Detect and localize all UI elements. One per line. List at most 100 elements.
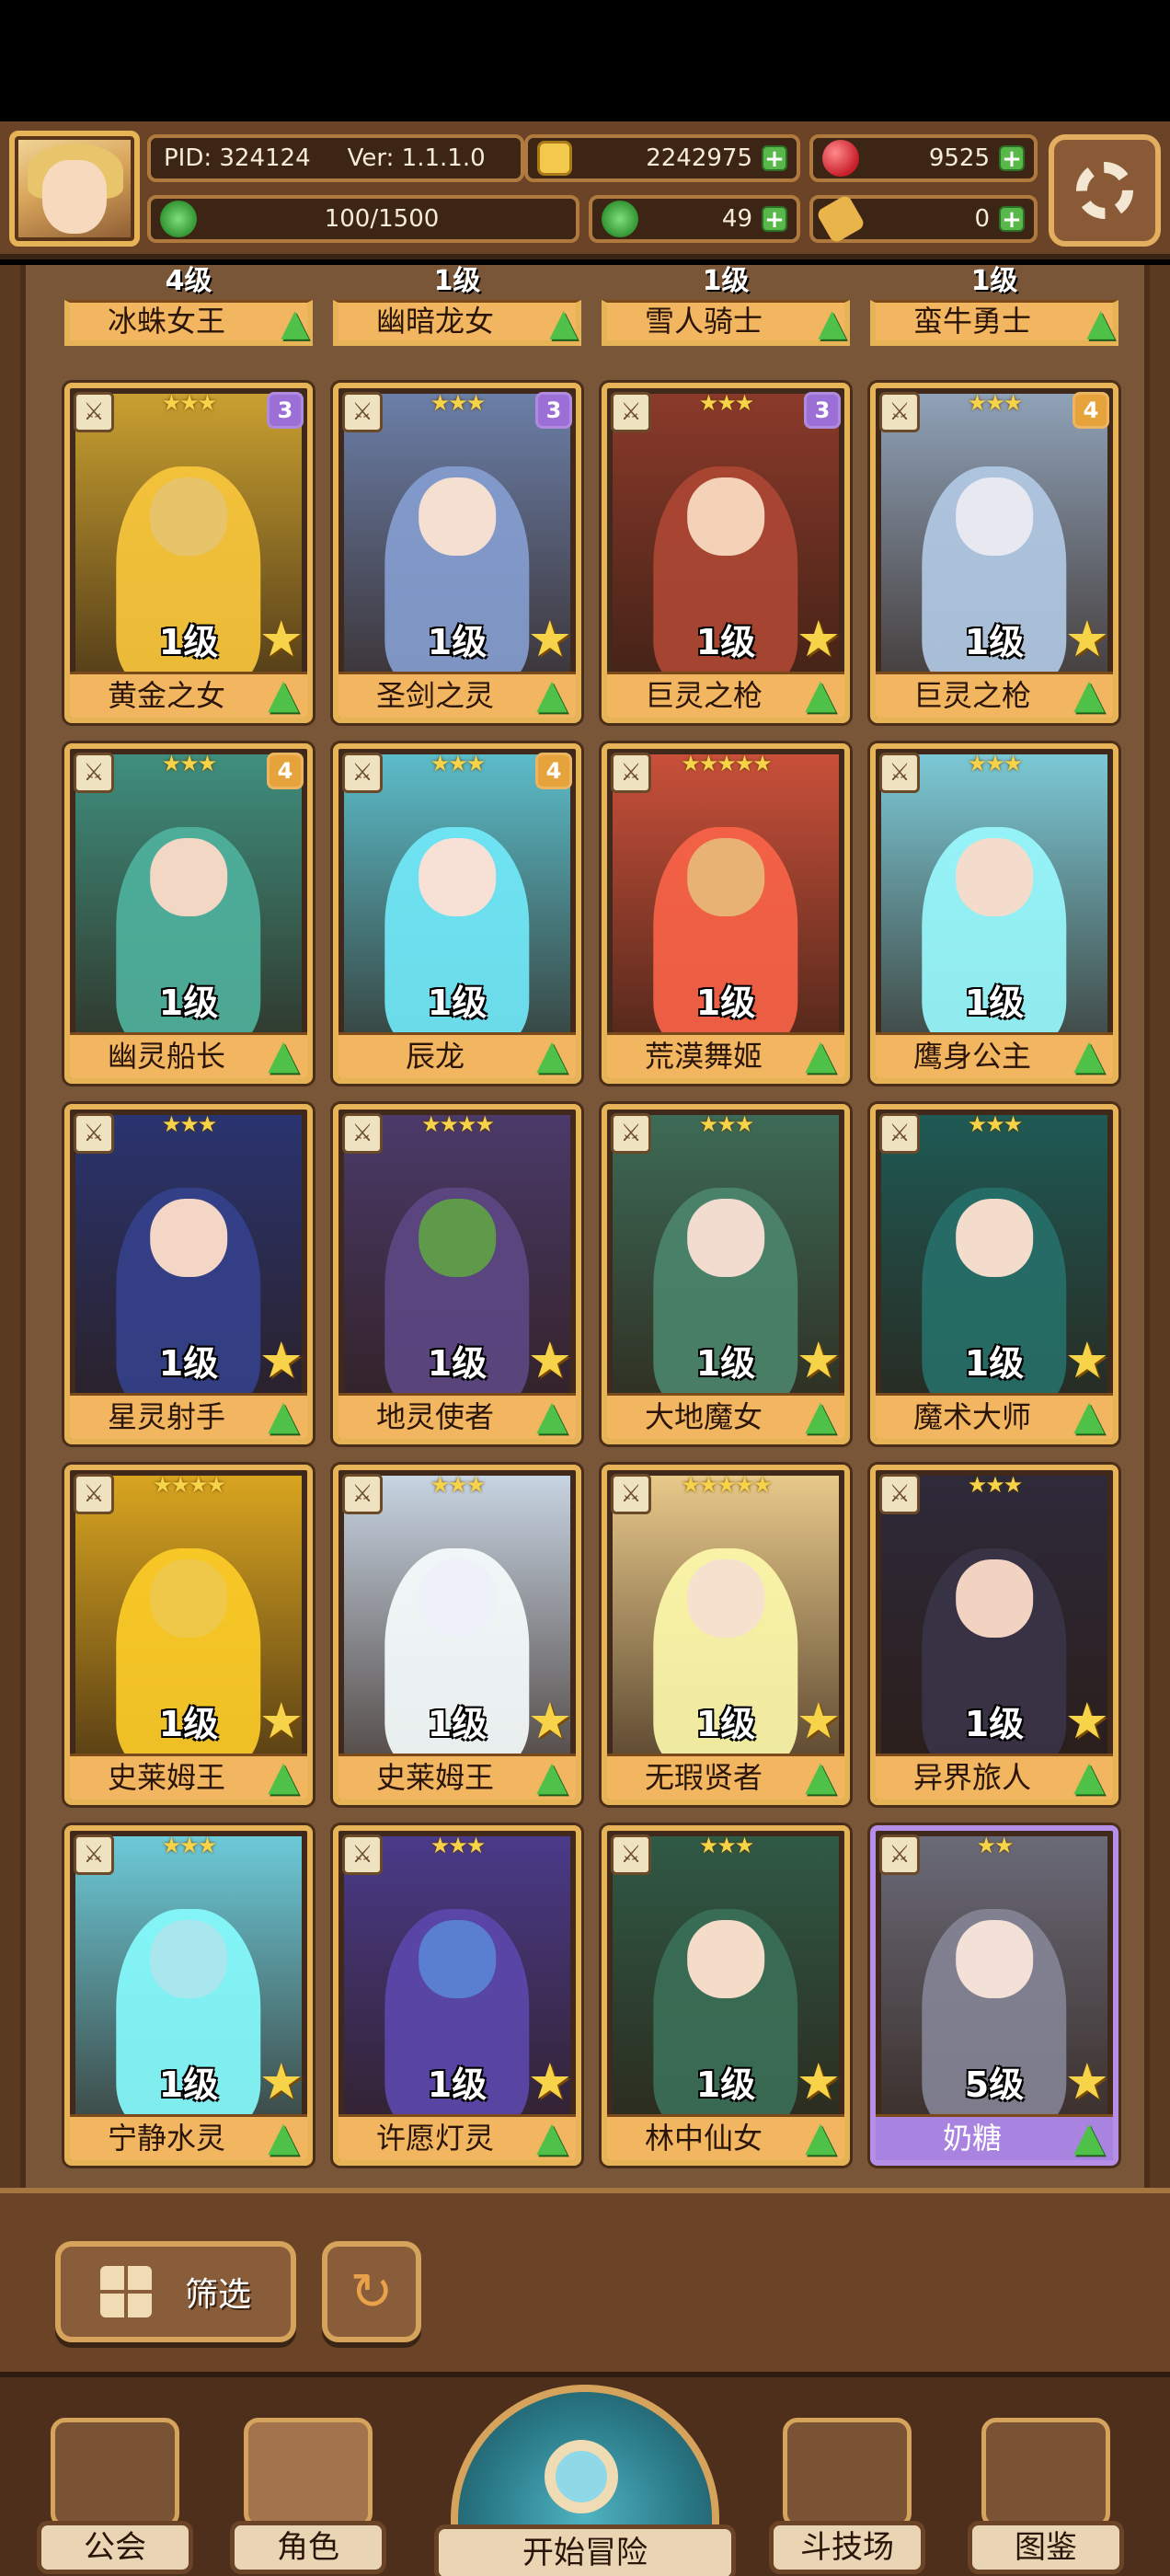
- settings-button[interactable]: [1049, 134, 1161, 247]
- status-bar: [0, 0, 1170, 121]
- character-face: [419, 1920, 496, 1999]
- character-card[interactable]: ⚔ ★★ 5级 ★ 奶糖 ▲: [870, 1825, 1118, 2166]
- nav-codex[interactable]: 图鉴: [968, 2418, 1124, 2574]
- rarity-stars: ★★★: [430, 1472, 487, 1498]
- crossed-swords-icon: [783, 2418, 912, 2528]
- character-card-partial[interactable]: 4级 冰蛛女王 ▲: [64, 265, 313, 346]
- green-arrow-up-icon[interactable]: ▲: [1067, 1034, 1111, 1076]
- star-icon: ★: [527, 1692, 572, 1750]
- green-arrow-up-icon[interactable]: ▲: [1086, 302, 1115, 344]
- green-arrow-up-icon[interactable]: ▲: [798, 1395, 843, 1437]
- nav-arena[interactable]: 斗技场: [769, 2418, 925, 2574]
- pid-text: PID: 324124: [164, 144, 311, 172]
- nav-characters[interactable]: 角色: [230, 2418, 386, 2574]
- star-icon: ★: [258, 1331, 304, 1389]
- gem-icon: [822, 140, 859, 177]
- character-card[interactable]: ⚔ ★★★★ 1级 ★ 史莱姆王 ▲: [64, 1465, 313, 1805]
- character-card-partial[interactable]: 1级 幽暗龙女 ▲: [333, 265, 581, 346]
- start-adventure-button[interactable]: 开始冒险: [434, 2385, 736, 2576]
- character-card[interactable]: ⚔ ★★★ 1级 ★ 史莱姆王 ▲: [333, 1465, 581, 1805]
- avatar-face: [42, 160, 107, 234]
- character-card[interactable]: ⚔ ★★★ 1级 ★ 宁静水灵 ▲: [64, 1825, 313, 2166]
- add-clover-button[interactable]: +: [762, 206, 787, 232]
- character-card[interactable]: ⚔ ★★★★ 1级 ★ 地灵使者 ▲: [333, 1104, 581, 1444]
- star-icon: ★: [258, 1692, 304, 1750]
- green-arrow-up-icon[interactable]: ▲: [261, 1034, 305, 1076]
- green-arrow-up-icon[interactable]: ▲: [530, 1034, 574, 1076]
- character-card[interactable]: ⚔ ★★★ 4 1级 幽灵船长 ▲: [64, 743, 313, 1084]
- rarity-stars: ★★★: [967, 1111, 1024, 1137]
- green-arrow-up-icon[interactable]: ▲: [1067, 673, 1111, 716]
- character-icon: [244, 2418, 373, 2528]
- add-gem-button[interactable]: +: [999, 145, 1025, 171]
- character-card[interactable]: ⚔ ★★★ 1级 ★ 魔术大师 ▲: [870, 1104, 1118, 1444]
- nav-guild[interactable]: 公会: [37, 2418, 193, 2574]
- filter-button[interactable]: 筛选: [55, 2241, 296, 2342]
- character-card[interactable]: ⚔ ★★★ 1级 ★ 大地魔女 ▲: [602, 1104, 850, 1444]
- green-arrow-up-icon[interactable]: ▲: [261, 2116, 305, 2158]
- character-face: [419, 1199, 496, 1278]
- character-face: [687, 1199, 764, 1278]
- card-name: 蛮牛勇士: [870, 300, 1118, 346]
- character-face: [687, 477, 764, 557]
- card-level: 1级: [433, 265, 481, 297]
- add-gold-button[interactable]: +: [762, 145, 787, 171]
- green-arrow-up-icon[interactable]: ▲: [530, 1395, 574, 1437]
- character-card[interactable]: ⚔ ★★★ 4 1级 ★ 巨灵之枪 ▲: [870, 383, 1118, 723]
- green-arrow-up-icon[interactable]: ▲: [261, 673, 305, 716]
- green-arrow-up-icon[interactable]: ▲: [530, 673, 574, 716]
- green-arrow-up-icon[interactable]: ▲: [798, 1034, 843, 1076]
- green-arrow-up-icon[interactable]: ▲: [530, 1755, 574, 1798]
- character-card[interactable]: ⚔ ★★★ 3 1级 ★ 黄金之女 ▲: [64, 383, 313, 723]
- nav-characters-label: 角色: [230, 2521, 386, 2574]
- rarity-stars: ★★★: [967, 751, 1024, 776]
- character-card-partial[interactable]: 1级 雪人骑士 ▲: [602, 265, 850, 346]
- green-arrow-up-icon[interactable]: ▲: [530, 2116, 574, 2158]
- character-card[interactable]: ⚔ ★★★ 4 1级 辰龙 ▲: [333, 743, 581, 1084]
- green-arrow-up-icon[interactable]: ▲: [549, 302, 578, 344]
- character-grid[interactable]: 4级 冰蛛女王 ▲ 1级 幽暗龙女 ▲ 1级 雪人骑士 ▲ 1级 蛮牛勇士 ▲ ⚔ ★…: [20, 265, 1150, 2188]
- star-icon: ★: [527, 1331, 572, 1389]
- character-card[interactable]: ⚔ ★★★ 1级 鹰身公主 ▲: [870, 743, 1118, 1084]
- star-icon: ★: [1064, 610, 1109, 668]
- character-card[interactable]: ⚔ ★★★ 1级 ★ 林中仙女 ▲: [602, 1825, 850, 2166]
- rarity-stars: ★★★: [161, 1111, 218, 1137]
- character-card[interactable]: ⚔ ★★★★★ 1级 荒漠舞姬 ▲: [602, 743, 850, 1084]
- stamina-icon: [160, 201, 197, 237]
- rarity-stars: ★★★★★: [681, 1472, 773, 1498]
- character-card[interactable]: ⚔ ★★★★★ 1级 ★ 无瑕贤者 ▲: [602, 1465, 850, 1805]
- green-arrow-up-icon[interactable]: ▲: [261, 1395, 305, 1437]
- stamina-text: 100/1500: [324, 205, 440, 233]
- add-scroll-button[interactable]: +: [999, 206, 1025, 232]
- star-icon: ★: [258, 610, 304, 668]
- gem-pill: 9525 +: [809, 134, 1038, 182]
- refresh-button[interactable]: ↻: [322, 2241, 421, 2342]
- grid-icon: [99, 2266, 152, 2317]
- player-avatar[interactable]: [9, 131, 140, 247]
- green-arrow-up-icon[interactable]: ▲: [818, 302, 846, 344]
- character-face: [419, 477, 496, 557]
- green-arrow-up-icon[interactable]: ▲: [281, 302, 309, 344]
- character-face: [150, 1199, 227, 1278]
- rarity-stars: ★★★: [698, 1111, 755, 1137]
- rank-badge: 4: [535, 753, 572, 789]
- green-arrow-up-icon[interactable]: ▲: [1067, 1755, 1111, 1798]
- character-card[interactable]: ⚔ ★★★ 3 1级 ★ 圣剑之灵 ▲: [333, 383, 581, 723]
- rank-badge: 4: [1072, 392, 1109, 429]
- green-arrow-up-icon[interactable]: ▲: [798, 2116, 843, 2158]
- green-arrow-up-icon[interactable]: ▲: [1067, 2116, 1111, 2158]
- character-face: [956, 1199, 1033, 1278]
- green-arrow-up-icon[interactable]: ▲: [798, 1755, 843, 1798]
- rarity-stars: ★★★★: [420, 1111, 495, 1137]
- green-arrow-up-icon[interactable]: ▲: [261, 1755, 305, 1798]
- character-card-partial[interactable]: 1级 蛮牛勇士 ▲: [870, 265, 1118, 346]
- card-level: 1级: [427, 983, 488, 1023]
- green-arrow-up-icon[interactable]: ▲: [798, 673, 843, 716]
- character-face: [419, 838, 496, 917]
- character-card[interactable]: ⚔ ★★★ 1级 ★ 异界旅人 ▲: [870, 1465, 1118, 1805]
- character-card[interactable]: ⚔ ★★★ 1级 ★ 星灵射手 ▲: [64, 1104, 313, 1444]
- green-arrow-up-icon[interactable]: ▲: [1067, 1395, 1111, 1437]
- star-icon: ★: [527, 610, 572, 668]
- character-card[interactable]: ⚔ ★★★ 1级 ★ 许愿灯灵 ▲: [333, 1825, 581, 2166]
- character-card[interactable]: ⚔ ★★★ 3 1级 ★ 巨灵之枪 ▲: [602, 383, 850, 723]
